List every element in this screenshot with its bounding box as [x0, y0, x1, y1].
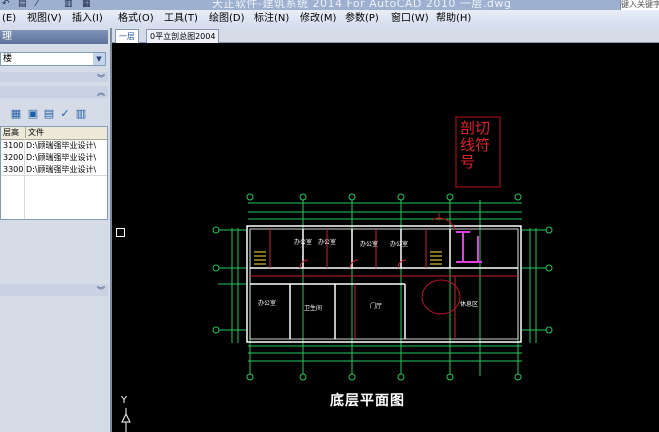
room-label: 办公室 — [258, 299, 276, 307]
stairs — [254, 251, 442, 265]
room-label: 休息区 — [460, 300, 478, 308]
ucs-y-label: Y — [121, 395, 128, 406]
floor-plan-drawing: 办公室 办公室 办公室 办公室 办公室 卫生间 门厅 休息区 — [121, 116, 553, 432]
room-label: 办公室 — [318, 238, 336, 246]
annotation-text: 线符 — [460, 136, 491, 154]
room-label: 办公室 — [390, 240, 408, 248]
room-label: 办公室 — [294, 238, 312, 246]
section-symbol — [456, 231, 482, 263]
room-label: 卫生间 — [304, 304, 322, 312]
drawing-caption: 底层平面图 — [330, 393, 405, 409]
room-labels: 办公室 办公室 办公室 办公室 办公室 卫生间 门厅 休息区 — [258, 238, 478, 312]
room-label: 门厅 — [370, 302, 382, 310]
ucs-icon — [121, 408, 131, 432]
axis-bubbles — [212, 193, 553, 381]
room-label: 办公室 — [360, 240, 378, 248]
annotation-text: 号 — [460, 153, 476, 171]
annotation-text: 剖切 — [460, 119, 491, 137]
